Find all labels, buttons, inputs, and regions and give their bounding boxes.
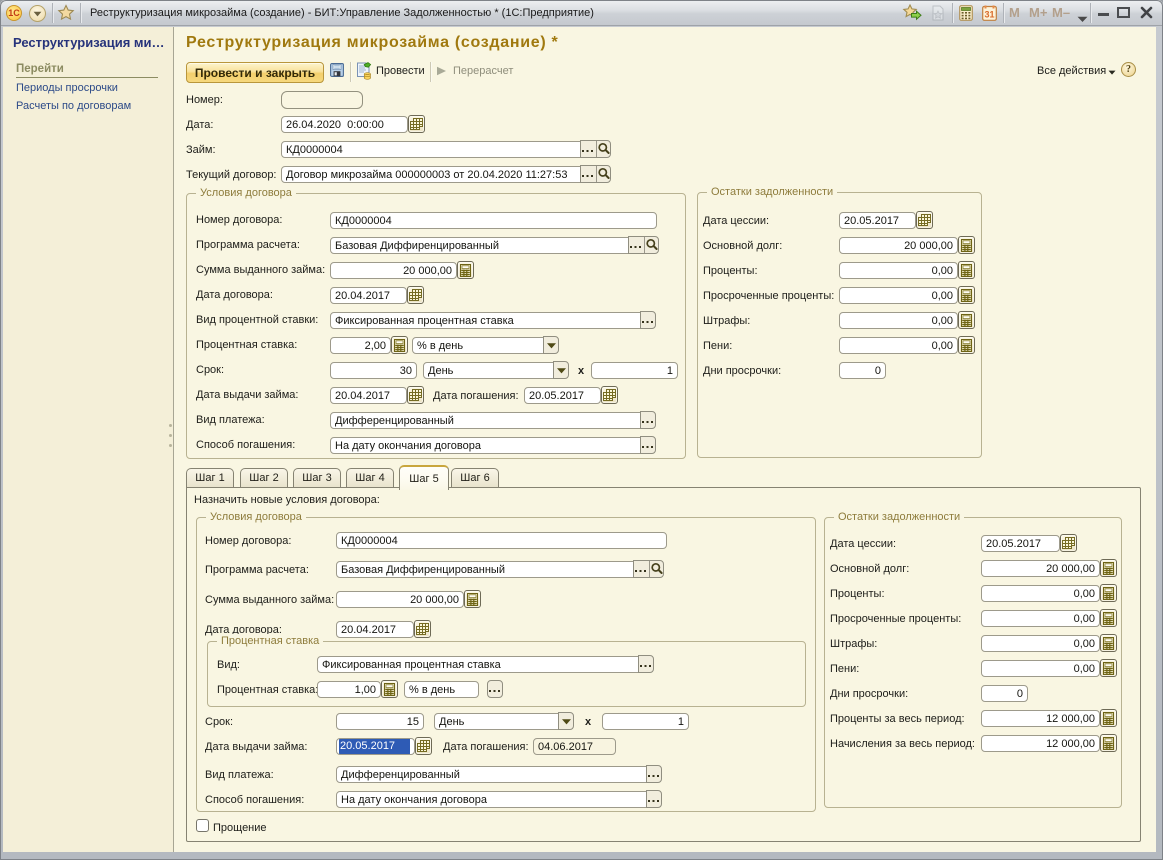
svg-text:31: 31 bbox=[984, 10, 994, 20]
